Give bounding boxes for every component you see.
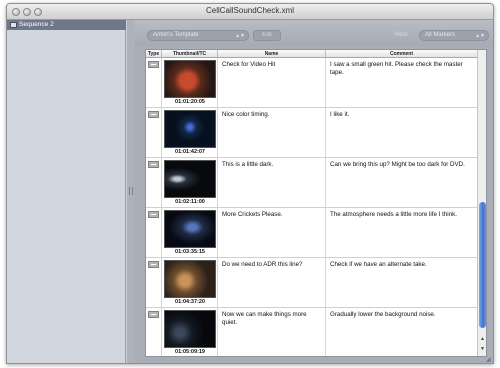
table-row[interactable]: 01:01:42:07 Nice color timing. I like it… — [146, 108, 478, 158]
thumbnail-image[interactable] — [164, 60, 216, 98]
table-row[interactable]: 01:04:37:20 Do we need to ADR this line?… — [146, 258, 478, 308]
timecode: 01:01:42:07 — [175, 149, 205, 155]
thumbnail-image[interactable] — [164, 110, 216, 148]
table-body: 01:01:20:05 Check for Video Hit I saw a … — [146, 58, 478, 356]
sidebar: Sequence 2 — [7, 20, 126, 363]
table-row[interactable]: 01:01:20:05 Check for Video Hit I saw a … — [146, 58, 478, 108]
view-select[interactable]: All Markers ▲▼ — [419, 30, 489, 41]
type-cell — [146, 208, 162, 257]
column-header-type[interactable]: Type — [146, 50, 162, 57]
column-header-name[interactable]: Name — [218, 50, 326, 57]
table-header: Type Thumbnail/TC Name Comment — [146, 50, 478, 58]
window-title: CellCallSoundCheck.xml — [205, 6, 295, 15]
name-cell[interactable]: Nice color timing. — [218, 108, 326, 157]
comment-cell[interactable]: The atmosphere needs a little more life … — [326, 208, 478, 257]
timecode: 01:03:35:15 — [175, 249, 205, 255]
thumbnail-cell: 01:05:09:19 — [162, 308, 218, 356]
marker-type-icon — [148, 61, 159, 68]
marker-comment: Gradually lower the background noise. — [330, 311, 436, 318]
marker-comment: Can we bring this up? Might be too dark … — [330, 161, 465, 168]
markers-table: Type Thumbnail/TC Name Comment 01:01:20:… — [145, 49, 487, 357]
name-cell[interactable]: Check for Video Hit — [218, 58, 326, 107]
marker-name: More Crickets Please. — [222, 211, 283, 218]
thumbnail-image[interactable] — [164, 310, 216, 348]
marker-name: Now we can make things more quiet. — [222, 311, 307, 326]
column-header-comment[interactable]: Comment — [326, 50, 478, 57]
view-select-value: All Markers — [425, 32, 456, 38]
template-select-value: Anton's Template — [153, 32, 199, 38]
marker-comment: The atmosphere needs a little more life … — [330, 211, 457, 218]
name-cell[interactable]: Now we can make things more quiet. — [218, 308, 326, 356]
select-arrows-icon: ▲▼ — [235, 33, 245, 39]
thumbnail-cell: 01:01:20:05 — [162, 58, 218, 107]
marker-name: This is a little dark. — [222, 161, 274, 168]
scroll-up-icon[interactable]: ▲ — [479, 336, 486, 342]
scrollbar-thumb[interactable] — [479, 202, 486, 328]
marker-name: Check for Video Hit — [222, 61, 276, 68]
template-select[interactable]: Anton's Template ▲▼ — [147, 30, 249, 41]
comment-cell[interactable]: Check if we have an alternate take. — [326, 258, 478, 307]
sequence-icon — [10, 22, 17, 28]
edit-button[interactable]: Edit — [253, 30, 281, 41]
thumbnail-image[interactable] — [164, 260, 216, 298]
vertical-scrollbar[interactable]: ▲ ▼ — [477, 50, 486, 356]
toolbar: Anton's Template ▲▼ Edit View: All Marke… — [135, 20, 493, 46]
comment-cell[interactable]: Can we bring this up? Might be too dark … — [326, 158, 478, 207]
type-cell — [146, 158, 162, 207]
scroll-down-icon[interactable]: ▼ — [479, 346, 486, 352]
timecode: 01:01:20:05 — [175, 99, 205, 105]
thumbnail-cell: 01:04:37:20 — [162, 258, 218, 307]
thumbnail-image[interactable] — [164, 160, 216, 198]
type-cell — [146, 258, 162, 307]
name-cell[interactable]: This is a little dark. — [218, 158, 326, 207]
table-row[interactable]: 01:02:11:00 This is a little dark. Can w… — [146, 158, 478, 208]
thumbnail-cell: 01:01:42:07 — [162, 108, 218, 157]
marker-name: Do we need to ADR this line? — [222, 261, 303, 268]
name-cell[interactable]: Do we need to ADR this line? — [218, 258, 326, 307]
table-row[interactable]: 01:03:35:15 More Crickets Please. The at… — [146, 208, 478, 258]
marker-type-icon — [148, 261, 159, 268]
comment-cell[interactable]: I saw a small green hit. Please check th… — [326, 58, 478, 107]
thumbnail-cell: 01:03:35:15 — [162, 208, 218, 257]
sidebar-item-sequence[interactable]: Sequence 2 — [7, 20, 126, 30]
thumbnail-image[interactable] — [164, 210, 216, 248]
type-cell — [146, 308, 162, 356]
select-arrows-icon: ▲▼ — [475, 33, 485, 39]
resize-grip-icon[interactable]: ◢ — [486, 356, 493, 363]
marker-comment: I like it. — [330, 111, 350, 118]
thumbnail-cell: 01:02:11:00 — [162, 158, 218, 207]
name-cell[interactable]: More Crickets Please. — [218, 208, 326, 257]
timecode: 01:04:37:20 — [175, 299, 205, 305]
comment-cell[interactable]: I like it. — [326, 108, 478, 157]
column-header-thumbnail[interactable]: Thumbnail/TC — [162, 50, 218, 57]
timecode: 01:02:11:00 — [175, 199, 205, 205]
marker-type-icon — [148, 161, 159, 168]
marker-comment: I saw a small green hit. Please check th… — [330, 61, 463, 76]
marker-type-icon — [148, 311, 159, 318]
marker-type-icon — [148, 211, 159, 218]
type-cell — [146, 58, 162, 107]
type-cell — [146, 108, 162, 157]
title-bar: CellCallSoundCheck.xml — [7, 4, 493, 20]
timecode: 01:05:09:19 — [175, 349, 205, 355]
splitter-grip-icon — [129, 187, 133, 195]
pane-splitter[interactable] — [127, 20, 135, 363]
main-pane: Anton's Template ▲▼ Edit View: All Marke… — [135, 20, 493, 363]
sidebar-item-label: Sequence 2 — [19, 21, 54, 28]
marker-type-icon — [148, 111, 159, 118]
comment-cell[interactable]: Gradually lower the background noise. — [326, 308, 478, 356]
table-row[interactable]: 01:05:09:19 Now we can make things more … — [146, 308, 478, 356]
marker-comment: Check if we have an alternate take. — [330, 261, 427, 268]
marker-name: Nice color timing. — [222, 111, 270, 118]
view-label: View: — [394, 32, 409, 38]
app-window: CellCallSoundCheck.xml Sequence 2 Anton'… — [6, 3, 494, 364]
